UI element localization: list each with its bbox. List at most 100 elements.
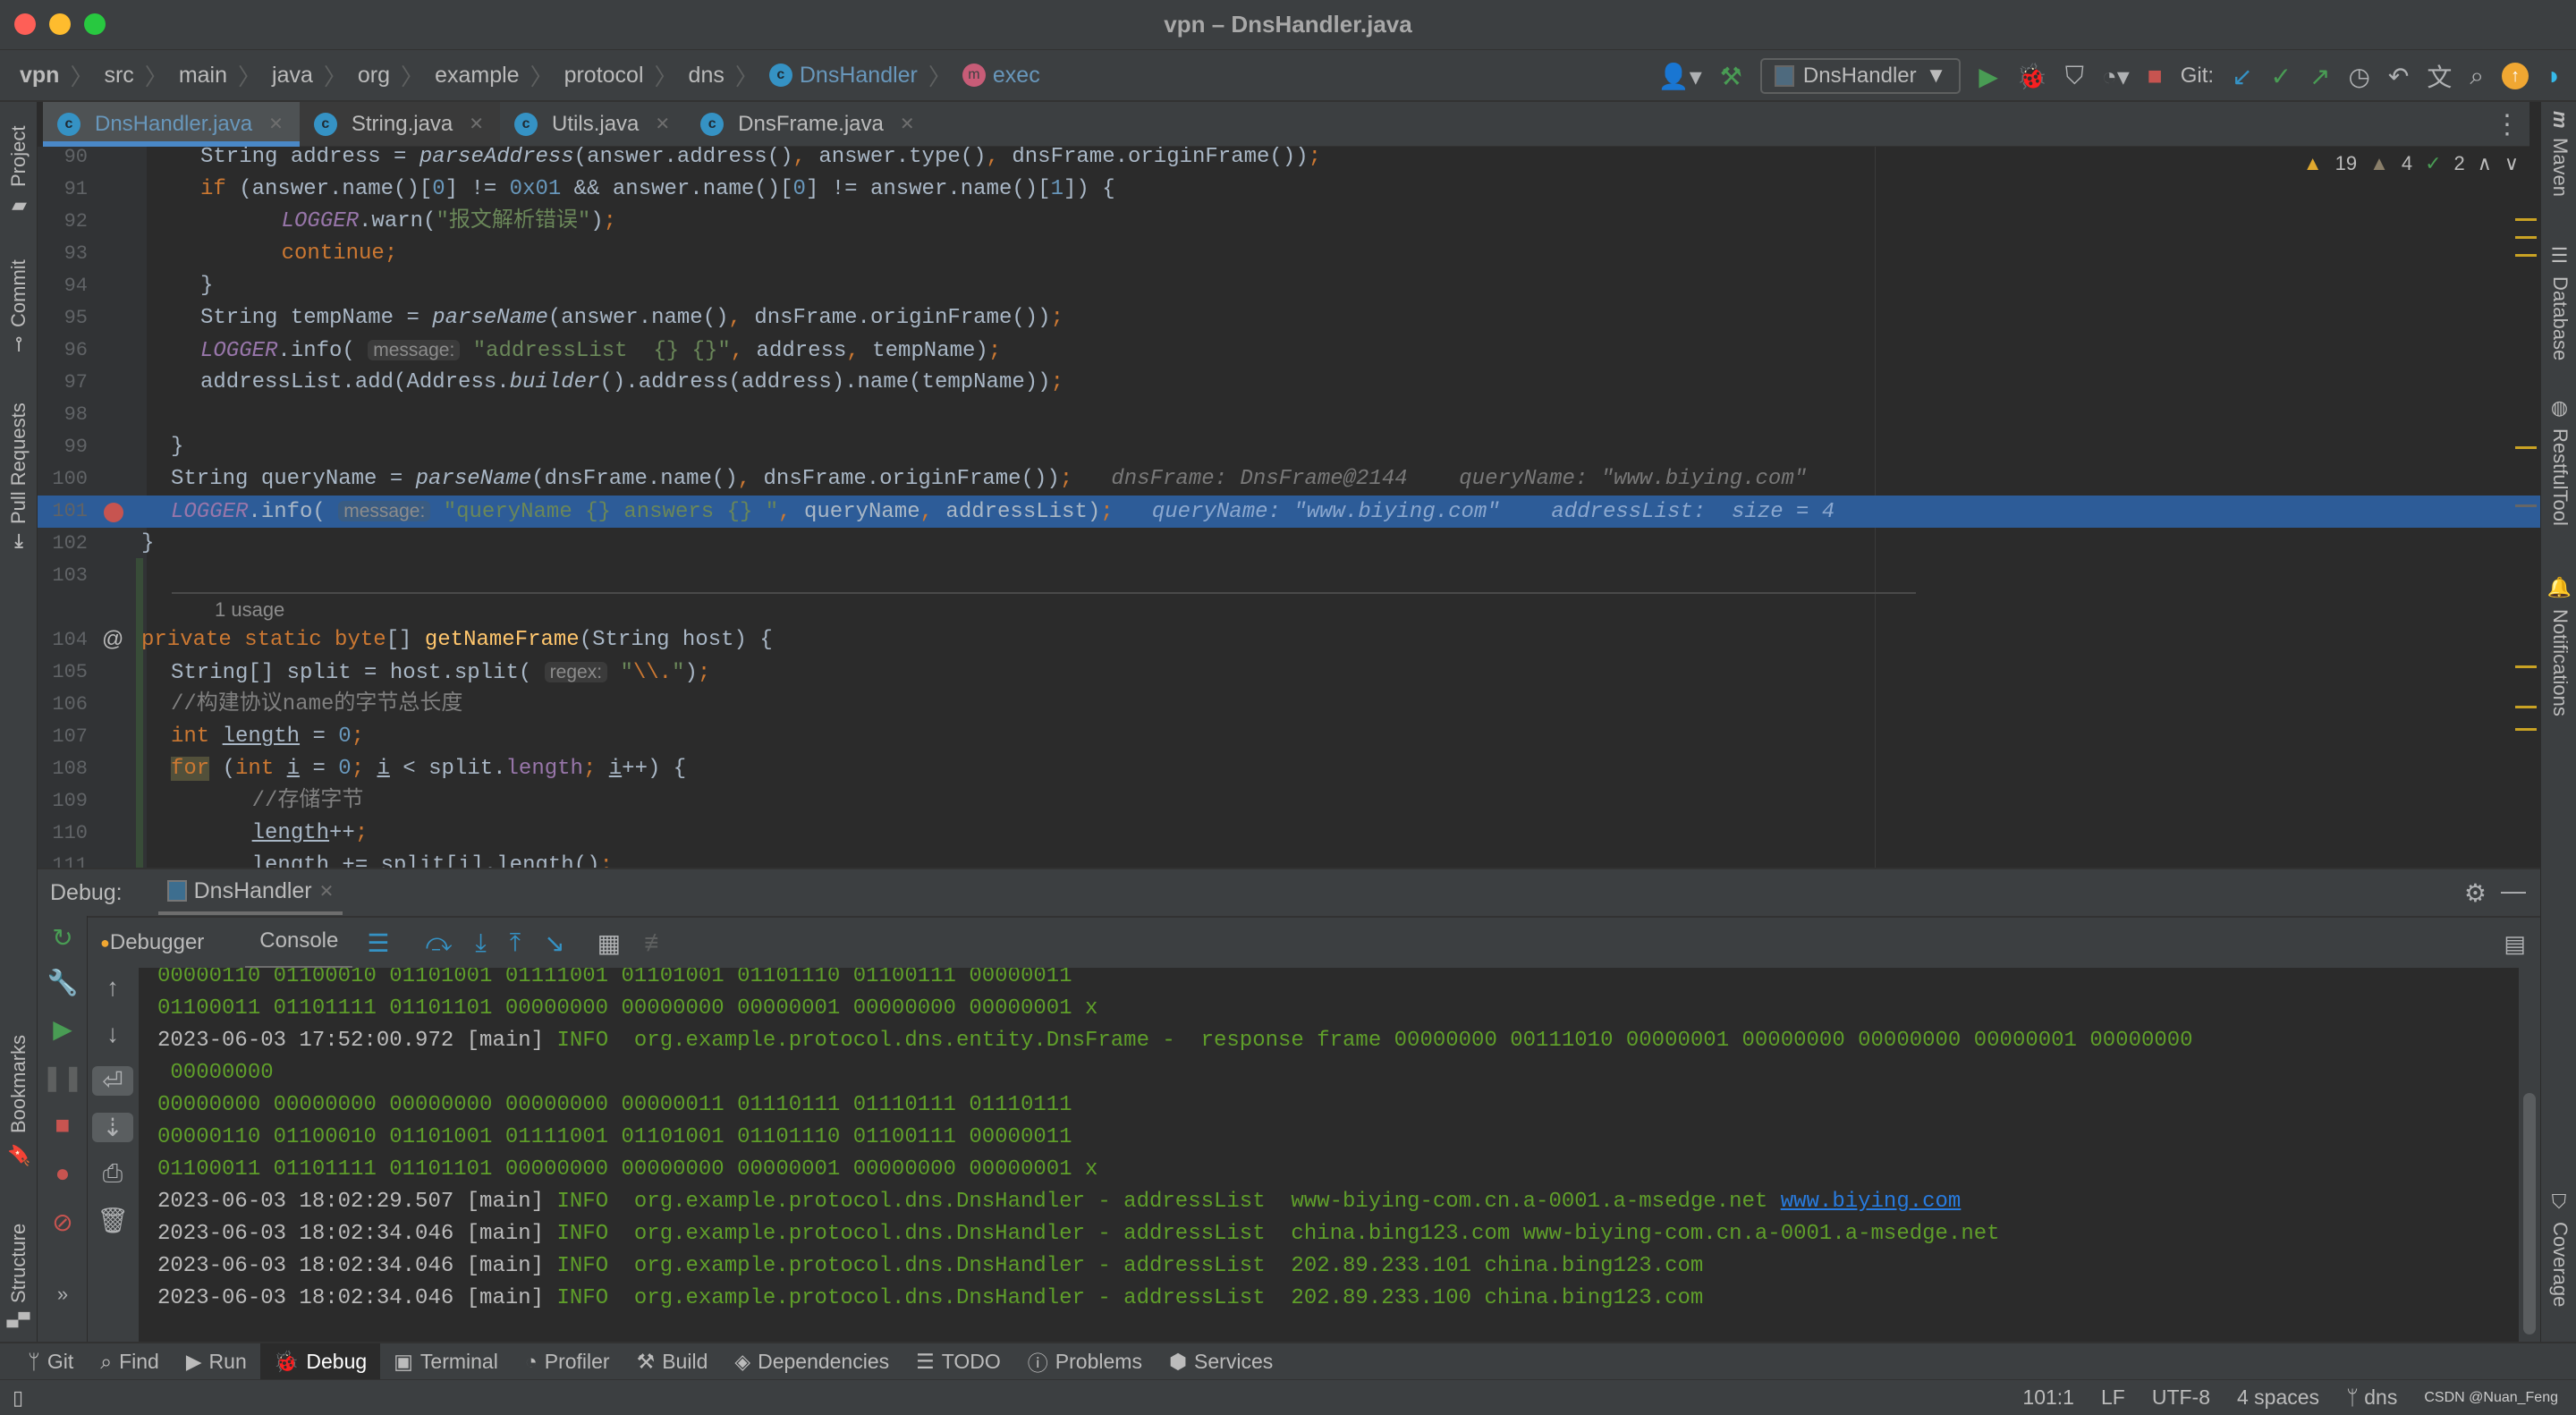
more-icon[interactable]: » [38, 1283, 88, 1306]
stop-icon[interactable]: ■ [2148, 62, 2163, 90]
code-line[interactable]: 108 for (int i = 0; i < split.length; i++… [38, 753, 2540, 785]
database-tool-button[interactable]: ☰ Database [2545, 245, 2575, 370]
line-number[interactable]: 102 [38, 528, 88, 560]
soft-wrap-icon[interactable]: ⏎ [92, 1066, 133, 1096]
line-number[interactable]: 100 [38, 463, 88, 496]
line-number[interactable]: 101 [38, 496, 88, 528]
search-icon[interactable]: ⌕ [2470, 62, 2484, 91]
arrow-down-icon[interactable]: ↓ [88, 1020, 138, 1048]
close-icon[interactable]: ✕ [900, 113, 915, 135]
evaluate-expression-icon[interactable]: ▦ [597, 928, 621, 958]
scroll-to-end-icon[interactable]: ⇣ [92, 1113, 133, 1142]
git-commit-icon[interactable]: ✓ [2271, 62, 2292, 91]
error-stripe-mark[interactable] [2515, 504, 2537, 507]
coverage-tool-button[interactable]: ⛉ Coverage [2545, 1193, 2575, 1327]
line-number[interactable]: 98 [38, 399, 88, 431]
git-update-icon[interactable]: ↙ [2232, 62, 2252, 91]
resume-icon[interactable]: ▶ [38, 1014, 88, 1044]
line-number[interactable]: 108 [38, 753, 88, 785]
implements-icon[interactable]: @ [102, 627, 123, 652]
rerun-icon[interactable]: ↻ [38, 923, 88, 953]
code-line[interactable]: 101 LOGGER.info( message: "queryName {} a… [38, 496, 2540, 528]
breadcrumb-main[interactable]: main [179, 63, 227, 89]
line-number[interactable]: 105 [38, 657, 88, 689]
breadcrumb-protocol[interactable]: protocol [564, 63, 644, 89]
error-stripe-mark[interactable] [2515, 665, 2537, 668]
code-line[interactable]: 97 addressList.add(Address.builder().addr… [38, 367, 2540, 399]
run-configuration-select[interactable]: DnsHandler ▼ [1759, 58, 1962, 94]
tab-utils-java[interactable]: c Utils.java ✕ [500, 102, 686, 146]
code-line[interactable]: 98 [38, 399, 2540, 431]
tab-dnsframe-java[interactable]: c DnsFrame.java ✕ [686, 102, 930, 146]
line-number[interactable]: 92 [38, 206, 88, 238]
code-line[interactable]: 96 LOGGER.info( message: "addressList {} … [38, 335, 2540, 367]
code-line[interactable]: 103 [38, 560, 2540, 592]
tab-dnshandler-java[interactable]: c DnsHandler.java ✕ [43, 102, 300, 147]
tool-find[interactable]: ⌕ Find [87, 1343, 173, 1379]
tool-problems[interactable]: ⓘ Problems [1014, 1343, 1156, 1379]
tool-run[interactable]: ▶ Run [173, 1343, 260, 1379]
code-line[interactable]: 110 length++; [38, 818, 2540, 850]
step-into-icon[interactable]: ⤓ [475, 928, 486, 958]
tool-build[interactable]: ⚒ Build [623, 1343, 722, 1379]
close-icon[interactable]: ✕ [268, 113, 284, 135]
user-icon[interactable]: 👤▾ [1658, 62, 1702, 91]
project-tool-button[interactable]: ▰ Project [2, 111, 36, 218]
git-branch-widget[interactable]: ᛘ dns [2346, 1385, 2397, 1410]
line-separator[interactable]: LF [2101, 1385, 2125, 1410]
line-number[interactable]: 110 [38, 818, 88, 850]
scrollbar-thumb[interactable] [2523, 1093, 2536, 1335]
code-line[interactable]: 106 //构建协议name的字节总长度 [38, 689, 2540, 721]
run-icon[interactable]: ▶ [1979, 62, 1998, 91]
mute-breakpoints-icon[interactable]: ⊘ [38, 1207, 88, 1237]
toolbox-icon[interactable]: ◗ [2546, 62, 2562, 90]
minimize-icon[interactable]: — [2501, 877, 2526, 905]
console-link[interactable]: www.biying.com [1781, 1190, 1962, 1214]
line-number[interactable]: 94 [38, 270, 88, 302]
indent-setting[interactable]: 4 spaces [2237, 1385, 2319, 1410]
tool-debug[interactable]: 🐞 Debug [259, 1343, 381, 1379]
tool-services[interactable]: ⬢ Services [1156, 1343, 1286, 1379]
coverage-icon[interactable]: ⛉ [2065, 62, 2084, 91]
tab-debugger[interactable]: ● Debugger [91, 930, 213, 955]
error-stripe-mark[interactable] [2515, 218, 2537, 221]
wrench-icon[interactable]: 🔧 [38, 968, 88, 997]
line-number[interactable]: 93 [38, 238, 88, 270]
breadcrumb-example[interactable]: example [435, 63, 520, 89]
update-icon[interactable]: ↑ [2502, 63, 2529, 89]
layout-icon[interactable]: ▤ [2504, 930, 2526, 958]
translate-icon[interactable]: 文 [2427, 58, 2452, 94]
stop-icon[interactable]: ■ [38, 1111, 88, 1140]
breadcrumb-org[interactable]: org [358, 63, 390, 89]
print-icon[interactable]: ⎙ [88, 1159, 138, 1189]
commit-tool-button[interactable]: ⊸ Commit [2, 245, 36, 352]
trash-icon[interactable]: 🗑 [88, 1206, 138, 1235]
error-stripe-mark[interactable] [2515, 254, 2537, 257]
gear-icon[interactable]: ⚙ [2464, 878, 2487, 908]
line-number[interactable]: 111 [38, 850, 88, 868]
usage-hint[interactable]: 1 usage [215, 592, 284, 628]
rollback-icon[interactable]: ↶ [2388, 62, 2409, 91]
tool-git[interactable]: ᛘ Git [14, 1343, 87, 1379]
error-stripe-mark[interactable] [2515, 706, 2537, 708]
tab-console[interactable]: Console [245, 916, 353, 970]
next-highlight-icon[interactable]: ∨ [2504, 152, 2519, 175]
console-output[interactable]: 00000110 01100010 01101001 01111001 0110… [140, 968, 2519, 1342]
line-number[interactable]: 103 [38, 560, 88, 592]
notifications-tool-button[interactable]: 🔔 Notifications [2545, 576, 2575, 737]
code-line[interactable]: 107 int length = 0; [38, 721, 2540, 753]
breadcrumb-vpn[interactable]: vpn [20, 63, 59, 89]
line-number[interactable]: 107 [38, 721, 88, 753]
line-number[interactable]: 96 [38, 335, 88, 367]
close-icon[interactable]: ✕ [319, 880, 335, 902]
tool-profiler[interactable]: ◔ Profiler [512, 1343, 623, 1379]
breadcrumb-dns[interactable]: dns [689, 63, 724, 89]
breadcrumb-src[interactable]: src [104, 63, 133, 89]
error-stripe-mark[interactable] [2515, 446, 2537, 449]
maven-tool-button[interactable]: m Maven [2545, 111, 2575, 218]
git-push-icon[interactable]: ↗ [2309, 62, 2330, 91]
code-line[interactable]: 91 if (answer.name()[0] != 0x01 && answer… [38, 174, 2540, 206]
trace-icon[interactable]: ≢ [644, 928, 669, 957]
close-icon[interactable]: ✕ [655, 113, 670, 135]
line-number[interactable]: 95 [38, 302, 88, 335]
